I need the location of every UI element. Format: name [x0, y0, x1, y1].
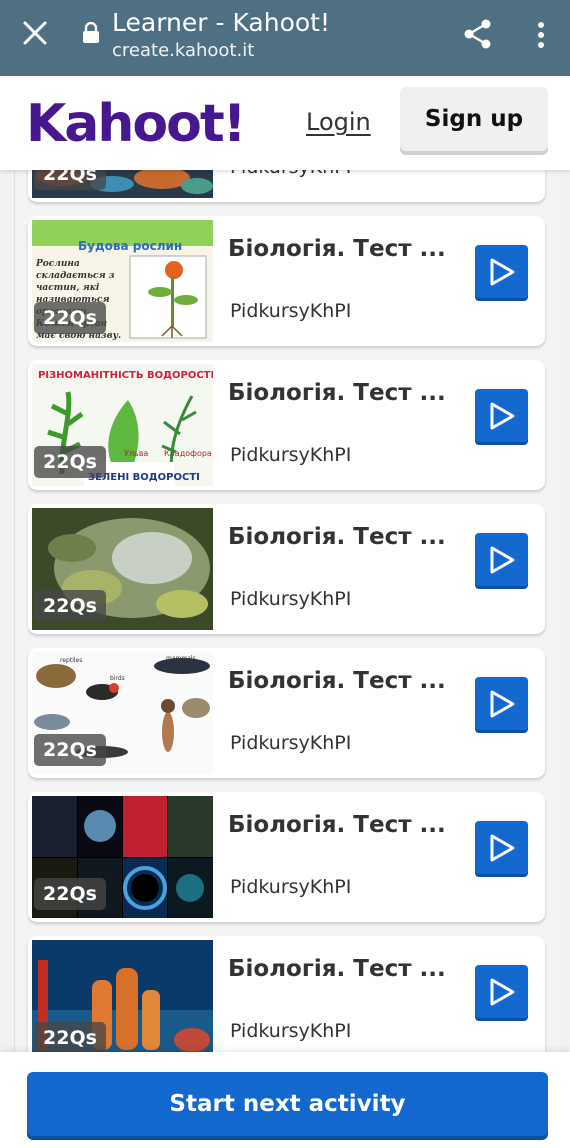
share-icon[interactable] — [462, 18, 494, 50]
kahoot-card[interactable]: 22Qs Біологія. Тест ... PidkursyKhPI — [28, 936, 545, 1052]
play-button[interactable] — [475, 677, 528, 730]
play-icon — [490, 402, 514, 429]
kahoot-author[interactable]: PidkursyKhPI — [230, 300, 351, 322]
thumbnail-caption: РІЗНОМАНІТНІСТЬ ВОДОРОСТЕЙ — [38, 368, 213, 381]
kahoot-card[interactable]: 22Qs Біологія. Тест ... PidkursyKhPI — [28, 792, 545, 922]
thumbnail-caption: birds — [110, 675, 125, 682]
thumbnail-caption: Будова рослин — [78, 239, 182, 253]
kahoot-card[interactable]: 22Qs PidkursyKhPI — [28, 170, 545, 202]
play-icon — [490, 978, 514, 1005]
kahoot-author[interactable]: PidkursyKhPI — [230, 876, 351, 898]
signup-button[interactable]: Sign up — [400, 87, 548, 151]
question-count-badge: 22Qs — [34, 170, 106, 190]
play-button[interactable] — [475, 389, 528, 442]
play-button[interactable] — [475, 821, 528, 874]
kahoot-card[interactable]: Будова рослин Рослина складається з част… — [28, 216, 545, 346]
kahoot-author[interactable]: PidkursyKhPI — [230, 1020, 351, 1042]
question-count-badge: 22Qs — [34, 878, 106, 910]
kahoot-title[interactable]: Біологія. Тест ... — [228, 380, 446, 406]
browser-page-title: Learner - Kahoot! — [112, 8, 330, 37]
more-vert-icon[interactable] — [530, 20, 552, 50]
browser-toolbar: Learner - Kahoot! create.kahoot.it — [0, 0, 570, 76]
play-button[interactable] — [475, 533, 528, 586]
thumbnail-caption: Ульва — [124, 449, 148, 458]
kahoot-list[interactable]: 22Qs PidkursyKhPI Будова рослин Рослина … — [14, 170, 558, 1052]
kahoot-author[interactable]: PidkursyKhPI — [230, 444, 351, 466]
login-link[interactable]: Login — [306, 106, 371, 138]
play-icon — [490, 690, 514, 717]
browser-url[interactable]: create.kahoot.it — [112, 40, 254, 62]
question-count-badge: 22Qs — [34, 446, 106, 478]
thumbnail-caption: Кладофора — [164, 449, 212, 458]
kahoot-title[interactable]: Біологія. Тест ... — [228, 956, 446, 982]
kahoot-author[interactable]: PidkursyKhPI — [230, 732, 351, 754]
play-button[interactable] — [475, 965, 528, 1018]
question-count-badge: 22Qs — [34, 590, 106, 622]
kahoot-title[interactable]: Біологія. Тест ... — [228, 236, 446, 262]
lock-icon — [83, 22, 99, 43]
kahoot-logo[interactable]: Kahoot! — [26, 84, 246, 164]
kahoot-card[interactable]: 22Qs Біологія. Тест ... PidkursyKhPI — [28, 504, 545, 634]
svg-text:РІЗНОМАНІТНІСТЬ ВОДОРОСТЕЙ: РІЗНОМАНІТНІСТЬ ВОДОРОСТЕЙ — [38, 368, 213, 381]
close-icon[interactable] — [22, 20, 48, 46]
play-icon — [490, 834, 514, 861]
kahoot-title[interactable]: Біологія. Тест ... — [228, 524, 446, 550]
play-icon — [490, 546, 514, 573]
site-header: Kahoot! Login Sign up — [0, 76, 570, 170]
play-icon — [490, 258, 514, 285]
kahoot-author[interactable]: PidkursyKhPI — [230, 588, 351, 610]
kahoot-title[interactable]: Біологія. Тест ... — [228, 812, 446, 838]
footer-bar: Start next activity — [0, 1052, 570, 1148]
question-count-badge: 22Qs — [34, 1022, 106, 1052]
kahoot-author[interactable]: PidkursyKhPI — [230, 170, 351, 178]
play-button[interactable] — [475, 245, 528, 298]
kahoot-card[interactable]: РІЗНОМАНІТНІСТЬ ВОДОРОСТЕЙ Ульва Кладофо… — [28, 360, 545, 490]
question-count-badge: 22Qs — [34, 734, 106, 766]
thumbnail-caption: reptiles — [60, 657, 82, 664]
question-count-badge: 22Qs — [34, 302, 106, 334]
start-next-activity-button[interactable]: Start next activity — [27, 1072, 548, 1136]
kahoot-card[interactable]: reptiles birds mammals 22Qs Біологія. Те… — [28, 648, 545, 778]
kahoot-title[interactable]: Біологія. Тест ... — [228, 668, 446, 694]
